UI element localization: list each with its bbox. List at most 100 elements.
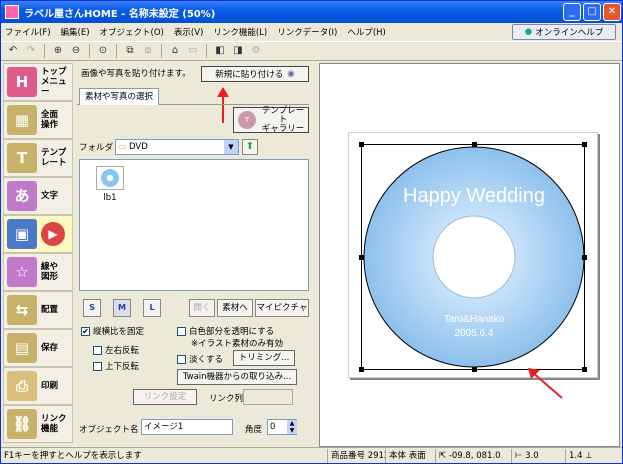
menu-file[interactable]: ファイル(F): [5, 26, 51, 38]
arrange-icon: ⇆: [7, 295, 37, 325]
sidebar-item-save[interactable]: ▤ 保存: [3, 329, 73, 367]
home-icon: H: [7, 67, 37, 97]
sidebar-item-label: 保存: [41, 343, 59, 353]
sidebar-item-label: 印刷: [41, 381, 59, 391]
gallery-icon: T: [238, 111, 256, 129]
angle-spinner[interactable]: ▲ ▼: [287, 420, 297, 434]
folder-select[interactable]: ▭ DVD ▼: [115, 139, 239, 155]
keep-ratio-checkbox[interactable]: ✔ 縦横比を固定: [81, 325, 144, 337]
toolbar-separator: [44, 44, 45, 58]
sidebar-item-arrange[interactable]: ⇆ 配置: [3, 291, 73, 329]
text-icon: あ: [7, 181, 37, 211]
resize-handle[interactable]: [359, 255, 364, 260]
fade-checkbox[interactable]: 淡くする: [177, 353, 223, 365]
checkbox-box: [93, 345, 102, 355]
open-button[interactable]: 開く: [189, 299, 215, 317]
view-medium-button[interactable]: M: [113, 299, 131, 317]
sidebar-item-label: 線や 図形: [41, 262, 59, 282]
tab-material-select[interactable]: 素材や写真の選択: [79, 88, 160, 105]
object-name-input[interactable]: イメージ1: [141, 419, 233, 435]
menu-view[interactable]: 表示(V): [174, 26, 203, 38]
zoom-out-icon[interactable]: ⊖: [68, 43, 84, 59]
object-name-label: オブジェクト名: [79, 425, 139, 435]
status-bar: F1キーを押すとヘルプを表示します 商品番号 29121 本体 表面 ⇱ -09…: [1, 447, 622, 463]
undo-icon[interactable]: ↶: [5, 43, 21, 59]
minimize-button[interactable]: _: [563, 3, 581, 21]
label-page: Happy Wedding Taro&Hanako 2005.6.4: [348, 132, 598, 378]
sidebar-item-text[interactable]: あ 文字: [3, 177, 73, 215]
checkbox-box: [177, 354, 186, 364]
status-size-1: ⊢ 3.0: [511, 448, 565, 463]
resize-handle[interactable]: [472, 142, 477, 147]
bring-front-icon[interactable]: ◧: [212, 43, 228, 59]
resize-handle[interactable]: [582, 255, 587, 260]
sidebar-item-print[interactable]: ⎙ 印刷: [3, 367, 73, 405]
resize-handle[interactable]: [359, 142, 364, 147]
height-icon: ⊥: [582, 450, 593, 461]
sidebar-item-shapes[interactable]: ☆ 線や 図形: [3, 253, 73, 291]
resize-handle[interactable]: [359, 367, 364, 372]
properties-icon[interactable]: ⚙: [248, 43, 264, 59]
flip-horizontal-checkbox[interactable]: 左右反転: [93, 344, 139, 356]
my-picture-button[interactable]: マイピクチャ: [255, 299, 309, 317]
chevron-down-icon[interactable]: ▼: [224, 140, 238, 154]
menu-help[interactable]: ヘルプ(H): [347, 26, 386, 38]
maximize-button[interactable]: □: [583, 3, 601, 21]
flip-vertical-checkbox[interactable]: 上下反転: [93, 360, 139, 372]
menu-link-function[interactable]: リンク機能(L): [213, 26, 267, 38]
sidebar-item-image[interactable]: ▣ ▶: [3, 215, 73, 253]
link-column-field[interactable]: [243, 389, 293, 405]
sidebar-item-link[interactable]: ⛓ リンク 機能: [3, 405, 73, 443]
unlock-icon[interactable]: ▭: [185, 43, 201, 59]
twain-import-button[interactable]: Twain機器からの取り込み...: [177, 369, 297, 385]
lock-icon[interactable]: ⌂: [167, 43, 183, 59]
link-column-label: リンク列: [209, 394, 244, 404]
view-controls: S M L 開く 素材へ マイピクチャ: [79, 299, 311, 319]
white-transparent-label: 白色部分を透明にする: [189, 327, 275, 337]
sidebar-item-label: テンプ レート: [41, 148, 67, 168]
new-paste-button[interactable]: 新規に貼り付ける ◉: [201, 66, 309, 82]
status-coords-value: -09.8, 081.0: [448, 450, 501, 461]
view-small-button[interactable]: S: [83, 299, 101, 317]
zoom-in-icon[interactable]: ⊕: [50, 43, 66, 59]
toolbar: ↶ ↷ ⊕ ⊖ ⊙ ⧉ ⧈ ⌂ ▭ ◧ ◨ ⚙: [1, 41, 622, 61]
keep-ratio-label: 縦横比を固定: [93, 327, 145, 337]
resize-handle[interactable]: [582, 367, 587, 372]
link-setting-button[interactable]: リンク設定: [133, 389, 197, 405]
trimming-button[interactable]: トリミング...: [233, 350, 295, 366]
toolbar-separator: [116, 44, 117, 58]
list-item[interactable]: lb1: [94, 166, 126, 203]
menu-link-data[interactable]: リンクデータ(I): [277, 26, 337, 38]
sidebar-item-top-menu[interactable]: H トップ メニュー: [3, 63, 73, 101]
online-help-button[interactable]: ● オンラインヘルプ: [512, 24, 616, 40]
template-icon: T: [7, 143, 37, 173]
group-icon[interactable]: ⧉: [122, 43, 138, 59]
send-back-icon[interactable]: ◨: [230, 43, 246, 59]
status-size-2: 1.4 ⊥: [565, 448, 601, 463]
view-large-button[interactable]: L: [143, 299, 161, 317]
menu-edit[interactable]: 編集(E): [61, 26, 90, 38]
title-bar: ラベル屋さんHOME - 名称未設定 (50%) _ □ ✕: [1, 1, 622, 23]
file-list: lb1: [79, 159, 309, 291]
canvas-area[interactable]: Happy Wedding Taro&Hanako 2005.6.4: [319, 63, 620, 447]
to-material-button[interactable]: 素材へ: [217, 299, 253, 317]
resize-handle[interactable]: [582, 142, 587, 147]
sidebar-item-full-operation[interactable]: ▦ 全面 操作: [3, 101, 73, 139]
width-icon: ⊢: [515, 450, 526, 461]
template-gallery-button[interactable]: T テンプレート ギャラリー: [233, 106, 309, 133]
menu-object[interactable]: オブジェクト(O): [100, 26, 164, 38]
resize-handle[interactable]: [472, 367, 477, 372]
zoom-icon[interactable]: ⊙: [95, 43, 111, 59]
redo-icon[interactable]: ↷: [23, 43, 39, 59]
printer-icon: ⎙: [7, 371, 37, 401]
illustration-note: ※イラスト素材のみ有効: [191, 339, 283, 349]
checkmark-icon: ✔: [81, 326, 90, 336]
close-button[interactable]: ✕: [603, 3, 621, 21]
selection-box[interactable]: [359, 142, 587, 372]
folder-up-button[interactable]: ⬆: [242, 139, 258, 155]
folder-value: DVD: [129, 142, 148, 152]
toolbar-separator: [161, 44, 162, 58]
ungroup-icon[interactable]: ⧈: [140, 43, 156, 59]
sidebar-item-template[interactable]: T テンプ レート: [3, 139, 73, 177]
white-transparent-checkbox[interactable]: 白色部分を透明にする: [177, 325, 274, 337]
